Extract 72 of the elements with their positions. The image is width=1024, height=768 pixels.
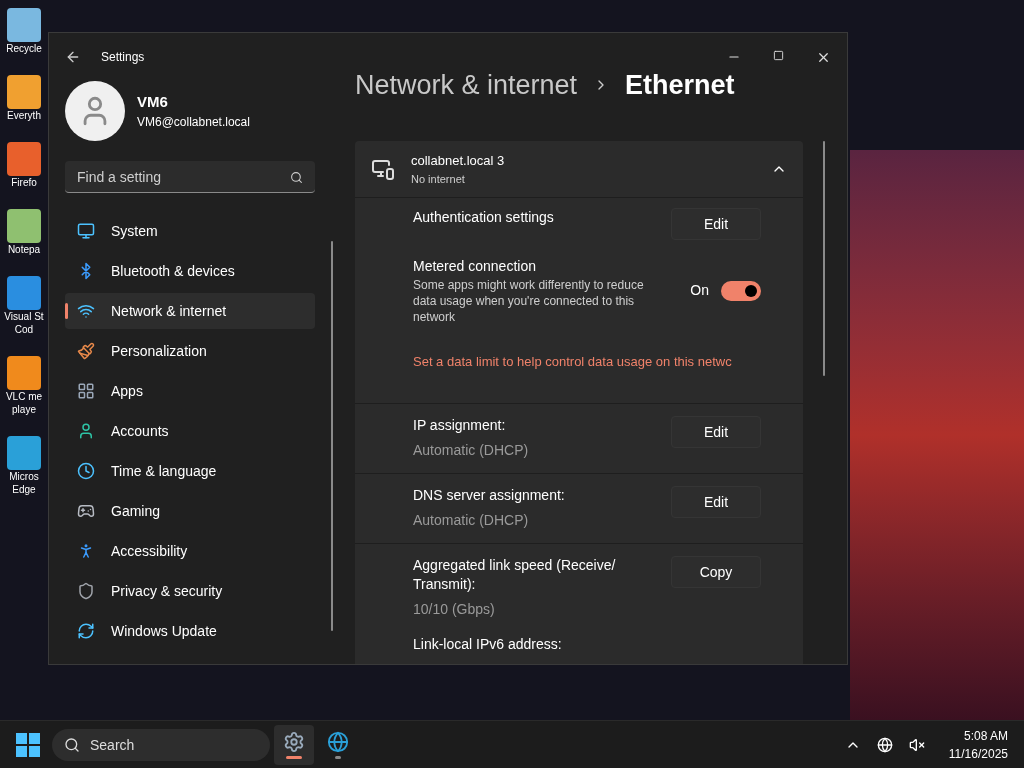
- nav-item[interactable]: System: [65, 213, 316, 249]
- clock-date: 11/16/2025: [948, 745, 1008, 763]
- desktop-icon-label: Recycle: [6, 42, 42, 55]
- edit-button[interactable]: Edit: [671, 416, 761, 448]
- globe-icon[interactable]: [876, 736, 893, 753]
- nav-item[interactable]: Apps: [65, 373, 316, 409]
- desktop-icon-label: VLC me: [5, 390, 43, 403]
- desktop-icon-label: Micros: [9, 470, 39, 483]
- windows-start-icon[interactable]: [16, 732, 40, 757]
- edit-button[interactable]: Edit: [671, 486, 761, 518]
- setting-label: IP assignment:: [413, 416, 507, 435]
- desktop-icon-label: playe: [12, 403, 36, 416]
- adapter-header[interactable]: collabnet.local 3 No internet: [355, 141, 803, 198]
- adapter-status: No internet: [411, 171, 466, 187]
- globe-icon: [327, 730, 349, 753]
- setting-value: Automatic (DHCP): [413, 511, 530, 530]
- setting-label: Aggregated link speed (Receive/ Transmit):: [413, 556, 617, 594]
- clock-time: 5:08 AM: [963, 727, 1008, 745]
- taskbar-app[interactable]: [274, 724, 314, 765]
- search-icon: [64, 736, 80, 753]
- selection-indicator: [65, 303, 68, 319]
- breadcrumb-parent[interactable]: Network & internet: [355, 64, 578, 106]
- nav-item[interactable]: Personalization: [65, 333, 316, 369]
- desktop-icon-label: Notepa: [7, 243, 41, 256]
- nav-item[interactable]: Accounts: [65, 413, 316, 449]
- nav-item[interactable]: Gaming: [65, 493, 316, 529]
- user-name: VM6: [137, 91, 169, 112]
- scrollbar[interactable]: [331, 241, 333, 631]
- gamepad-icon: [77, 502, 95, 520]
- toggle-switch[interactable]: [721, 280, 761, 301]
- toggle-state-label: On: [690, 281, 709, 300]
- desktop-icon-label: Cod: [14, 323, 34, 336]
- edit-button[interactable]: Edit: [671, 208, 761, 240]
- scrollbar[interactable]: [823, 141, 825, 376]
- setting-label: Link-local IPv6 address:: [413, 636, 562, 652]
- user-email: VM6@collabnet.local: [137, 114, 250, 132]
- speaker-muted-icon[interactable]: [908, 736, 925, 753]
- setting-label: Metered connection: [413, 257, 537, 276]
- clock-icon: [77, 462, 95, 480]
- shield-icon: [77, 582, 95, 600]
- paintbrush-icon: [77, 342, 95, 360]
- setting-description: Some apps might work differently to reduce data usage when you're connected to this network: [413, 277, 645, 325]
- desktop-icon-label: Edge: [12, 483, 36, 496]
- taskbar-search-field[interactable]: Search: [52, 728, 270, 761]
- data-limit-link[interactable]: Set a data limit to help control data usage on this netwc: [413, 354, 732, 369]
- person-icon: [77, 422, 95, 440]
- maximize-icon[interactable]: [773, 49, 784, 61]
- page-title: Ethernet: [625, 68, 735, 102]
- gear-icon: [283, 730, 305, 753]
- setting-value: Automatic (DHCP): [413, 441, 530, 460]
- monitor-icon: [77, 222, 95, 240]
- nav-item[interactable]: Bluetooth & devices: [65, 253, 316, 289]
- nav-item[interactable]: Windows Update: [65, 613, 316, 649]
- edit-button[interactable]: Copy: [671, 556, 761, 588]
- wifi-icon: [77, 302, 95, 320]
- settings-search-field[interactable]: Find a setting: [65, 161, 316, 193]
- sync-icon: [77, 622, 95, 640]
- setting-label: DNS server assignment:: [413, 486, 566, 505]
- desktop-icon-label: Everyth: [7, 109, 41, 122]
- setting-value: 10/10 (Gbps): [413, 600, 496, 619]
- nav-item[interactable]: Privacy & security: [65, 573, 316, 609]
- apps-grid-icon: [77, 382, 95, 400]
- nav-item[interactable]: Accessibility: [65, 533, 316, 569]
- nav-item[interactable]: Network & internet: [65, 293, 316, 329]
- back-icon[interactable]: [65, 49, 81, 65]
- desktop-icon-label: Firefo: [11, 176, 37, 189]
- setting-label: Authentication settings: [413, 208, 555, 227]
- search-icon[interactable]: [290, 171, 304, 184]
- window-title: Settings: [101, 49, 145, 66]
- adapter-name: collabnet.local 3: [411, 152, 505, 170]
- desktop-icon-label: Visual St: [4, 310, 44, 323]
- nav-item[interactable]: Time & language: [65, 453, 316, 489]
